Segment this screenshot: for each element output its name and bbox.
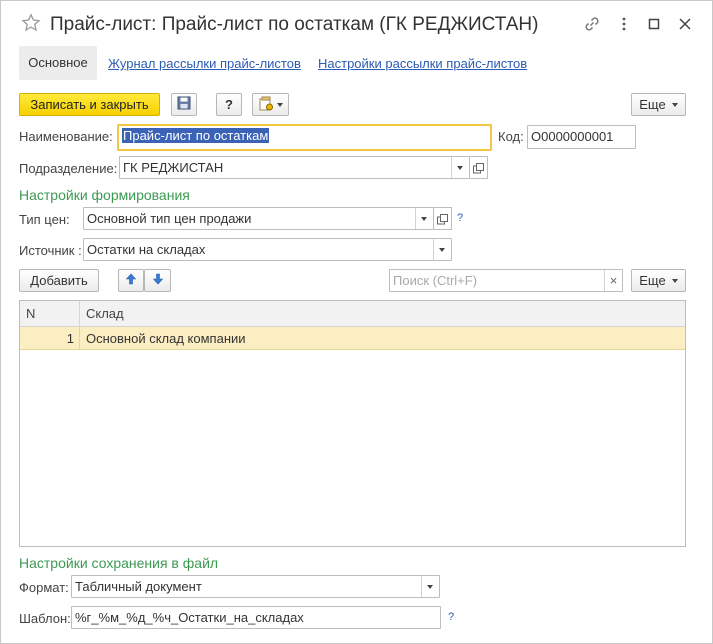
help-button[interactable]: ? [216,93,242,116]
chevron-down-icon [671,102,678,107]
chevron-down-icon [439,248,445,252]
tab-mailing-settings[interactable]: Настройки рассылки прайс-листов [318,56,527,71]
add-button[interactable]: Добавить [19,269,99,292]
name-value: Прайс-лист по остаткам [122,128,270,143]
move-up-button[interactable] [118,269,144,292]
chevron-down-icon [277,102,283,107]
save-and-close-button[interactable]: Записать и закрыть [19,93,160,116]
more-button-label: Еще [639,97,666,112]
price-type-value: Основной тип цен продажи [87,211,252,226]
template-help-link[interactable]: ? [448,611,454,623]
division-value: ГК РЕДЖИСТАН [123,160,224,175]
tab-mailing-journal[interactable]: Журнал рассылки прайс-листов [108,56,301,71]
column-header-warehouse[interactable]: Склад [80,301,685,327]
floppy-disk-icon [177,96,191,113]
source-dropdown-button[interactable] [433,239,451,260]
warehouse-table[interactable]: N Склад 1 Основной склад компании [19,300,686,547]
price-type-label: Тип цен: [19,212,70,227]
column-header-n[interactable]: N [20,301,80,327]
report-document-icon [258,96,274,114]
code-label: Код: [498,129,524,144]
link-icon[interactable] [582,15,602,35]
format-label: Формат: [19,580,69,595]
template-field[interactable]: %г_%м_%д_%ч_Остатки_на_складах [71,606,441,629]
name-label: Наименование: [19,129,113,144]
close-icon[interactable] [675,15,695,35]
arrow-up-icon [125,273,137,288]
table-header: N Склад [20,301,685,327]
price-type-help-link[interactable]: ? [457,212,463,224]
open-window-icon [437,213,448,228]
source-label: Источник : [19,243,82,258]
tab-main[interactable]: Основное [19,46,97,80]
row-number-cell: 1 [66,331,74,346]
source-field[interactable]: Остатки на складах [83,238,452,261]
print-menu-button[interactable] [252,93,289,116]
window-title: Прайс-лист: Прайс-лист по остаткам (ГК Р… [50,14,539,35]
format-dropdown-button[interactable] [421,576,439,597]
template-label: Шаблон: [19,611,71,626]
warehouse-cell: Основной склад компании [86,331,246,346]
arrow-down-icon [152,273,164,288]
price-type-dropdown-button[interactable] [415,208,433,229]
favorite-star-icon[interactable] [21,13,43,35]
file-section-title: Настройки сохранения в файл [19,555,219,571]
format-value: Табличный документ [75,579,202,594]
chevron-down-icon [421,217,427,221]
format-field[interactable]: Табличный документ [71,575,440,598]
form-window: Прайс-лист: Прайс-лист по остаткам (ГК Р… [0,0,713,644]
division-dropdown-button[interactable] [451,157,469,178]
move-down-button[interactable] [144,269,171,292]
chevron-down-icon [427,585,433,589]
chevron-down-icon [457,166,463,170]
source-value: Остатки на складах [87,242,206,257]
name-field[interactable]: Прайс-лист по остаткам [117,124,492,151]
clear-search-icon[interactable]: × [604,270,622,291]
more-button[interactable]: Еще [631,93,686,116]
maximize-icon[interactable] [644,15,664,35]
cell-divider [79,327,80,350]
more-vertical-icon[interactable] [614,15,634,35]
open-window-icon [473,162,484,177]
price-type-field[interactable]: Основной тип цен продажи [83,207,434,230]
division-label: Подразделение: [19,161,118,176]
search-input[interactable]: Поиск (Ctrl+F) × [389,269,623,292]
division-open-button[interactable] [470,156,488,179]
price-type-open-button[interactable] [434,207,452,230]
table-row[interactable]: 1 Основной склад компании [20,327,685,350]
generation-section-title: Настройки формирования [19,187,190,203]
code-field[interactable]: О0000000001 [527,125,636,149]
save-button[interactable] [171,93,197,116]
division-field[interactable]: ГК РЕДЖИСТАН [119,156,470,179]
table-more-button-label: Еще [639,273,666,288]
search-placeholder: Поиск (Ctrl+F) [393,273,478,288]
chevron-down-icon [671,278,678,283]
table-more-button[interactable]: Еще [631,269,686,292]
